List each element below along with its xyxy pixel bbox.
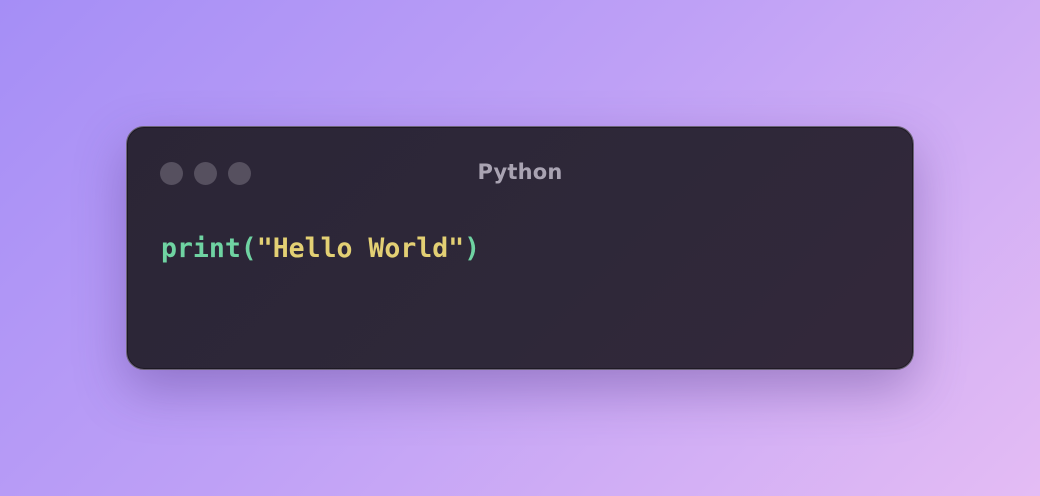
code-function-token: print bbox=[161, 233, 241, 264]
window-titlebar: Python bbox=[127, 127, 913, 223]
code-open-paren-token: ( bbox=[240, 233, 257, 264]
code-string-token: "Hello World" bbox=[256, 233, 465, 264]
code-close-paren-token: ) bbox=[464, 233, 481, 264]
window-title: Python bbox=[477, 160, 563, 184]
code-block: print("Hello World") bbox=[161, 231, 480, 267]
code-window: Python print("Hello World") bbox=[126, 126, 914, 370]
